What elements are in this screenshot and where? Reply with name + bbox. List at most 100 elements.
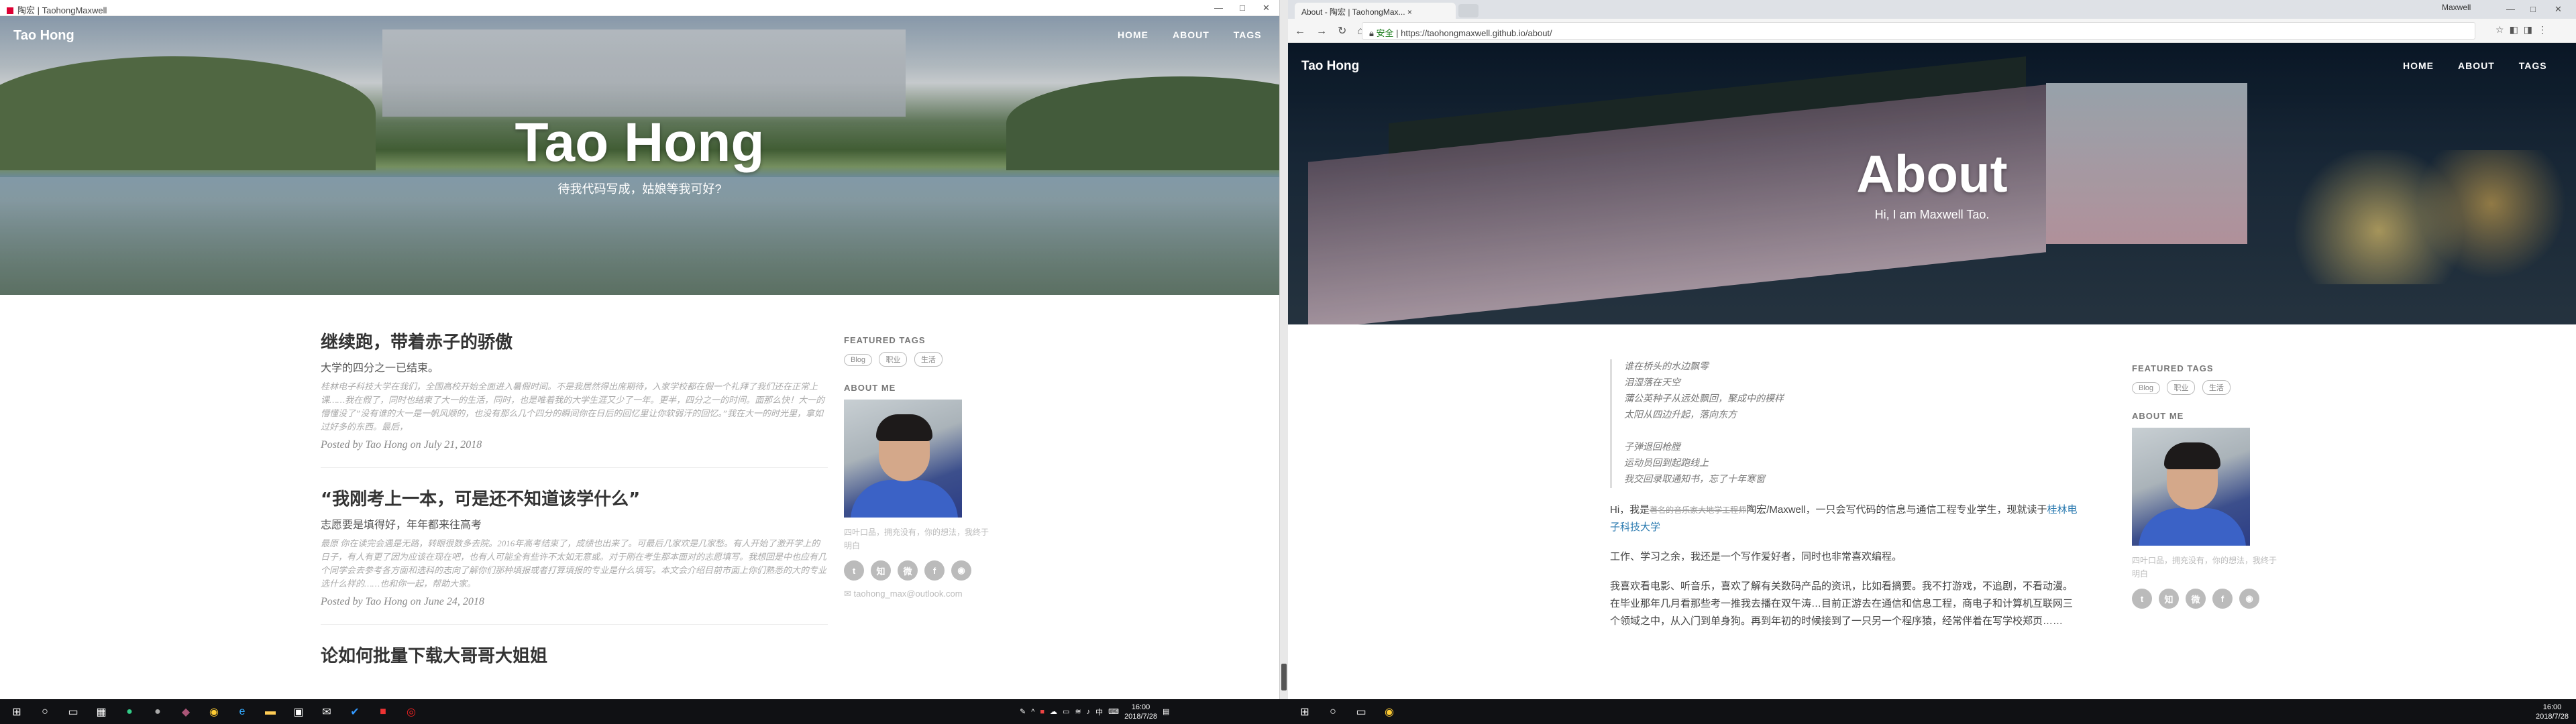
ime-icon[interactable]: 中 [1095,707,1103,717]
zhihu-icon[interactable]: 知 [871,560,891,581]
close-icon[interactable]: ✕ [1263,3,1270,13]
extension-icon[interactable]: ◧ [2510,24,2524,35]
vertical-scrollbar[interactable] [1279,0,1288,699]
tag-life[interactable]: 生活 [2202,380,2231,395]
quote-block: 谁在桥头的水边飘零 泪湿落在天空 蒲公英种子从远处飘回，聚成中的模样 太阳从四边… [1610,359,2080,488]
hero-subtitle: Hi, I am Maxwell Tao. [1874,208,1990,221]
sidebar: FEATURED TAGS Blog 职业 生活 ABOUT ME 四叶口品，拥… [844,335,991,599]
post-preview[interactable]: 继续跑，带着赤子的骄傲 大学的四分之一已结束。 桂林电子科技大学在我们，全国高校… [321,328,828,468]
pen-icon[interactable]: ✎ [1020,707,1026,716]
nav-tags[interactable]: TAGS [1234,29,1262,40]
task-view-icon[interactable]: ▭ [1351,702,1371,722]
start-icon[interactable]: ⊞ [7,702,27,722]
post-title[interactable]: 继续跑，带着赤子的骄傲 [321,328,828,353]
nav-tags[interactable]: TAGS [2519,60,2547,71]
left-taskbar: ⊞ ○ ▭ ▦ ● ● ◆ ◉ e ▬ ▣ ✉ ✔ ■ ◎ ✎ ^ ■ ☁ ▭ … [0,699,1288,724]
notifications-icon[interactable]: ▤ [1163,707,1169,716]
scrollbar-thumb[interactable] [1281,664,1287,690]
tag-blog[interactable]: Blog [2132,382,2161,394]
zhihu-icon[interactable]: 知 [2159,589,2179,609]
github-icon[interactable]: ◉ [2239,589,2259,609]
site-brand[interactable]: Tao Hong [13,28,74,44]
chevron-up-icon[interactable]: ^ [1031,708,1034,716]
profile-name[interactable]: Maxwell [2442,3,2471,12]
maximize-icon[interactable]: □ [1240,3,1245,13]
nav-home[interactable]: HOME [2403,60,2434,71]
featured-tags-heading: FEATURED TAGS [844,335,926,345]
search-icon[interactable]: ○ [35,702,55,722]
email-link[interactable]: ✉ taohong_max@outlook.com [844,589,991,599]
chrome-icon[interactable]: ◉ [1379,702,1399,722]
post-preview[interactable]: “我刚考上一本，可是还不知道该学什么” 志愿要是填得好，年年都来往高考 最原 你… [321,485,828,625]
extension-icon[interactable]: ◨ [2524,24,2538,35]
close-icon[interactable]: ✕ [2555,4,2562,15]
post-list: 继续跑，带着赤子的骄傲 大学的四分之一已结束。 桂林电子科技大学在我们，全国高校… [321,328,828,706]
reload-icon[interactable]: ↻ [1338,25,1357,37]
calculator-icon[interactable]: ▦ [91,702,111,722]
tag-life[interactable]: 生活 [914,352,943,367]
forward-icon[interactable]: → [1316,25,1338,37]
netease-music-icon[interactable]: ◎ [401,702,421,722]
facebook-icon[interactable]: f [2212,589,2233,609]
cloud-icon[interactable]: ☁ [1050,707,1057,716]
about-content: 谁在桥头的水边飘零 泪湿落在天空 蒲公英种子从远处飘回，聚成中的模样 太阳从四边… [1610,359,2080,642]
app-red-icon[interactable]: ■ [373,702,393,722]
chrome-icon[interactable]: ◉ [204,702,224,722]
sidebar: FEATURED TAGS Blog 职业 生活 ABOUT ME 四叶口品，拥… [2132,363,2279,609]
right-taskbar: ⊞ ○ ▭ ◉ 16:00 2018/7/28 [1288,699,2576,724]
keyboard-icon[interactable]: ⌨ [1108,707,1119,716]
post-title[interactable]: “我刚考上一本，可是还不知道该学什么” [321,485,828,510]
new-tab-button[interactable] [1458,4,1479,17]
tag-blog[interactable]: Blog [844,354,873,366]
back-icon[interactable]: ← [1295,25,1316,37]
mail-icon[interactable]: ✉ [317,702,337,722]
twitter-icon[interactable]: t [844,560,864,581]
avatar [2132,428,2250,546]
maximize-icon[interactable]: □ [2530,4,2536,14]
about-text: 四叶口品，拥充没有，你的想法，我终于明白 [2132,556,2277,579]
nav-about[interactable]: ABOUT [1173,29,1210,40]
edge-icon[interactable]: e [232,702,252,722]
left-window-titlebar: 陶宏 | TaohongMaxwell — □ ✕ [0,0,1279,16]
post-preview[interactable]: 论如何批量下载大哥哥大姐姐 [321,642,828,688]
wifi-icon[interactable]: ≋ [1075,707,1081,716]
search-icon[interactable]: ○ [1323,702,1343,722]
clock[interactable]: 16:00 2018/7/28 [2536,703,2569,721]
start-icon[interactable]: ⊞ [1295,702,1315,722]
social-links: t 知 微 f ◉ [2132,589,2266,609]
address-bar[interactable]: 🔒︎ 安全 | https://taohongmaxwell.github.io… [1362,22,2475,40]
nav-home[interactable]: HOME [1118,29,1148,40]
todo-icon[interactable]: ✔ [345,702,365,722]
weibo-icon[interactable]: 微 [898,560,918,581]
file-explorer-icon[interactable]: ▬ [260,702,280,722]
star-icon[interactable]: ☆ [2496,24,2510,35]
minimize-icon[interactable]: — [2506,4,2515,14]
featured-tags-heading: FEATURED TAGS [2132,363,2214,373]
tab-close-icon[interactable]: × [1407,7,1412,17]
hero-title: Tao Hong [515,112,765,173]
tag-career[interactable]: 职业 [879,352,908,367]
hero-title: About [1856,144,2008,203]
menu-icon[interactable]: ⋮ [2538,24,2553,35]
tab-strip: About - 陶宏 | TaohongMax... × Maxwell — □… [1288,0,2576,19]
volume-icon[interactable]: ♪ [1087,708,1091,716]
facebook-icon[interactable]: f [924,560,945,581]
app-gray-icon[interactable]: ● [148,702,168,722]
github-icon[interactable]: ◉ [951,560,971,581]
site-brand[interactable]: Tao Hong [1301,59,1359,74]
tag-career[interactable]: 职业 [2167,380,2196,395]
task-view-icon[interactable]: ▭ [63,702,83,722]
tab-about[interactable]: About - 陶宏 | TaohongMax... × [1295,3,1456,19]
nav-about[interactable]: ABOUT [2458,60,2495,71]
app-green-icon[interactable]: ● [119,702,140,722]
post-title[interactable]: 论如何批量下载大哥哥大姐姐 [321,642,828,667]
weibo-icon[interactable]: 微 [2186,589,2206,609]
clock[interactable]: 16:00 2018/7/28 [1124,703,1157,721]
antivirus-icon[interactable]: ■ [1040,708,1044,716]
visual-studio-icon[interactable]: ◆ [176,702,196,722]
store-icon[interactable]: ▣ [288,702,309,722]
minimize-icon[interactable]: — [1214,3,1223,13]
battery-icon[interactable]: ▭ [1063,707,1069,716]
twitter-icon[interactable]: t [2132,589,2152,609]
home-hero-image: Tao Hong HOME ABOUT TAGS Tao Hong 待我代码写成… [0,16,1279,295]
